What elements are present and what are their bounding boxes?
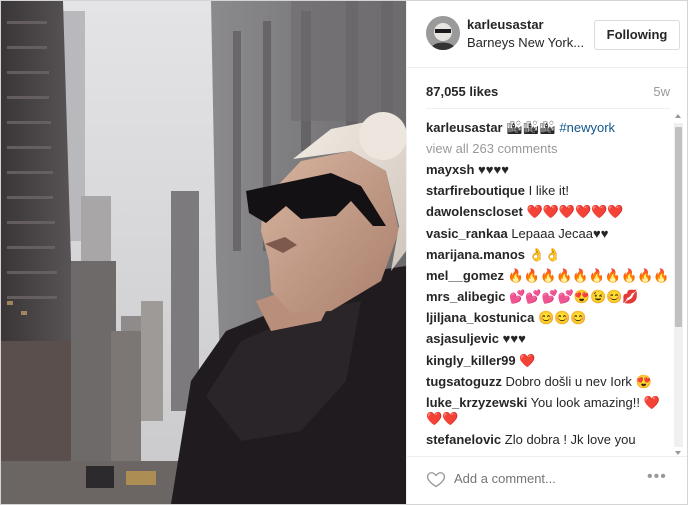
comment-text: 👌👌 (528, 246, 561, 262)
comment-text: Lepaaa Jecaa♥♥ (511, 225, 609, 241)
comment-username[interactable]: luke_krzyzewski (426, 395, 527, 410)
comment-username[interactable]: ljiljana_kostunica (426, 310, 534, 325)
post-photo-image (1, 1, 406, 504)
comment-username[interactable]: dawolenscloset (426, 204, 523, 219)
scroll-down-arrow-icon[interactable] (675, 451, 681, 455)
comments-scrollbar[interactable] (674, 123, 683, 447)
comment-username[interactable]: vasic_rankaa (426, 226, 508, 241)
comment: luke_krzyzewski You look amazing!! ❤️❤️❤… (426, 392, 670, 429)
comment-username[interactable]: mrs_alibegic (426, 289, 506, 304)
comment-username[interactable]: stefanelovic (426, 432, 501, 447)
post-age[interactable]: 5w (653, 84, 670, 99)
scrollbar-thumb[interactable] (675, 127, 682, 327)
comment: starfireboutique I like it! (426, 181, 670, 202)
more-options-icon[interactable]: ••• (647, 468, 667, 486)
post-dialog: karleusastar Barneys New York... Followi… (0, 0, 688, 505)
scroll-up-arrow-icon[interactable] (675, 114, 681, 118)
comment: kingly_killer99 ❤️ (426, 350, 670, 371)
likes-count[interactable]: 87,055 likes (426, 84, 498, 99)
comment-username[interactable]: tugsatoguzz (426, 374, 502, 389)
comment: tugsatoguzz Dobro došli u nev Iork 😍 (426, 371, 670, 392)
comment-text: ❤️❤️❤️❤️❤️❤️ (526, 204, 624, 220)
caption-emoji: 🏙🏙🏙 (506, 119, 556, 135)
add-comment-bar: ••• (407, 456, 687, 504)
view-all-comments-row: view all 263 comments (426, 138, 670, 159)
comment-username[interactable]: mel__gomez (426, 268, 504, 283)
hashtag-link[interactable]: #newyork (559, 120, 615, 135)
comment-text: Dobro došli u nev Iork 😍 (505, 373, 652, 389)
like-heart-icon[interactable] (426, 469, 446, 489)
comment-text: Zlo dobra ! Jk love you (504, 432, 636, 448)
post-header: karleusastar Barneys New York... Followi… (407, 1, 687, 68)
comment-username[interactable]: kingly_killer99 (426, 353, 516, 368)
comment: mayxsh ♥♥♥♥ (426, 159, 670, 180)
caption-username[interactable]: karleusastar (426, 120, 503, 135)
comment-username[interactable]: marijana.manos (426, 247, 525, 262)
comment-username[interactable]: asjasuljevic (426, 331, 499, 346)
comment: dawolenscloset ❤️❤️❤️❤️❤️❤️ (426, 202, 670, 223)
post-photo[interactable] (1, 1, 406, 504)
comment: vasic_rankaa Lepaaa Jecaa♥♥ (426, 223, 670, 244)
likes-row: 87,055 likes 5w (426, 84, 670, 100)
comment-text: 🔥🔥🔥🔥🔥🔥🔥🔥🔥🔥 (507, 267, 670, 283)
comment-username[interactable]: mayxsh (426, 162, 474, 177)
comment: mel__gomez 🔥🔥🔥🔥🔥🔥🔥🔥🔥🔥 (426, 265, 670, 286)
comment: marijana.manos 👌👌 (426, 244, 670, 265)
comment: asjasuljevic ♥♥♥ (426, 329, 670, 350)
comment-text: ❤️ (519, 352, 536, 368)
comments-list[interactable]: karleusastar 🏙🏙🏙 #newyork view all 263 c… (426, 117, 670, 450)
comment: stefanelovic Zlo dobra ! Jk love you (426, 430, 670, 450)
post-details-panel: karleusastar Barneys New York... Followi… (406, 1, 687, 504)
post-username[interactable]: karleusastar (467, 17, 544, 32)
post-location[interactable]: Barneys New York... (467, 35, 584, 50)
comment-text: I like it! (528, 183, 570, 199)
avatar-image (426, 16, 460, 50)
comment: ljiljana_kostunica 😊😊😊 (426, 308, 670, 329)
comment: mrs_alibegic 💕💕💕💕😍😉😊💋 (426, 287, 670, 308)
add-comment-input[interactable] (454, 471, 639, 486)
comment-text: ♥♥♥♥ (478, 161, 509, 177)
avatar[interactable] (426, 16, 460, 50)
comment-text: 😊😊😊 (538, 310, 587, 326)
divider (426, 108, 670, 109)
view-all-comments-link[interactable]: view all 263 comments (426, 141, 558, 156)
comment-username[interactable]: starfireboutique (426, 183, 525, 198)
comment-text: 💕💕💕💕😍😉😊💋 (509, 289, 639, 305)
caption: karleusastar 🏙🏙🏙 #newyork (426, 117, 670, 138)
comment-text: ♥♥♥ (502, 331, 526, 347)
following-button[interactable]: Following (594, 20, 680, 50)
